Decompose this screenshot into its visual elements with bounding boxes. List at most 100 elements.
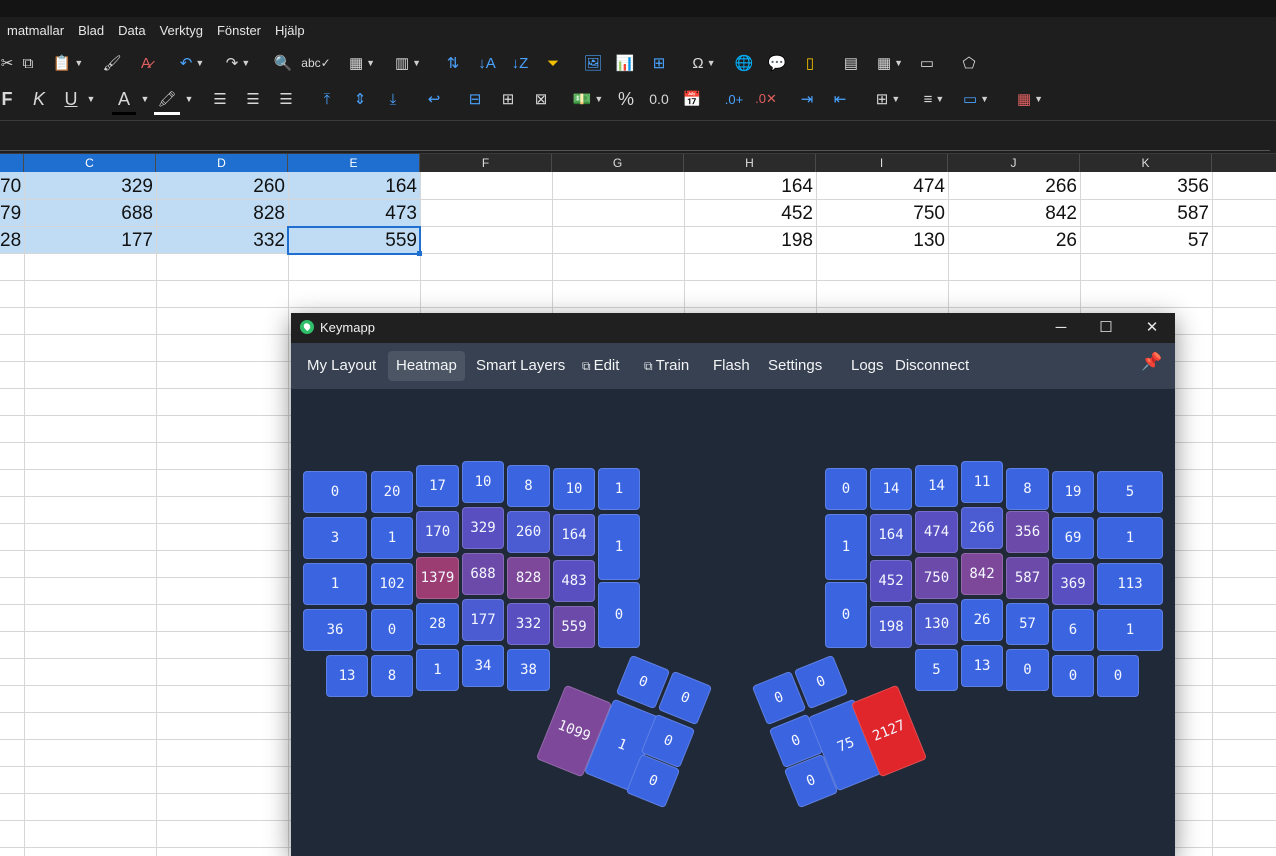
- key-right-r2-c0[interactable]: 0: [825, 582, 867, 648]
- sort-ascending-icon[interactable]: ↓A: [474, 50, 500, 76]
- key-right-r2-c4[interactable]: 587: [1006, 557, 1049, 599]
- key-right-r4-c4[interactable]: 0: [1006, 649, 1049, 691]
- tab-settings[interactable]: Settings: [760, 351, 830, 381]
- sort-icon[interactable]: ⇅: [440, 50, 466, 76]
- cell-b3[interactable]: 28: [0, 227, 24, 254]
- align-bottom-icon[interactable]: ⤓: [381, 86, 405, 112]
- key-right-r0-c4[interactable]: 8: [1006, 468, 1049, 510]
- define-print-area-icon[interactable]: ▤: [838, 50, 864, 76]
- column-header-i[interactable]: I: [816, 154, 948, 172]
- column-header-f[interactable]: F: [420, 154, 552, 172]
- menu-data[interactable]: Data: [111, 18, 152, 40]
- menu-templates[interactable]: matmallar: [0, 18, 71, 40]
- cut-icon[interactable]: ✂: [0, 50, 14, 76]
- cell-i3[interactable]: 130: [816, 227, 948, 254]
- key-right-r1-c3[interactable]: 266: [961, 507, 1003, 549]
- key-left-r0-c0[interactable]: 0: [303, 471, 367, 513]
- key-left-r4-c3[interactable]: 34: [462, 645, 504, 687]
- key-left-r1-c3[interactable]: 329: [462, 507, 504, 549]
- bold-button[interactable]: F: [0, 86, 14, 112]
- decrease-indent-icon[interactable]: ⇤: [828, 86, 852, 112]
- tab-my-layout[interactable]: My Layout: [299, 351, 384, 381]
- insert-image-icon[interactable]: 🖼: [580, 50, 606, 76]
- percent-format-button[interactable]: %: [614, 86, 638, 112]
- key-right-r0-c5[interactable]: 19: [1052, 471, 1094, 513]
- key-left-r1-c4[interactable]: 260: [507, 511, 550, 553]
- cell-k1[interactable]: 356: [1080, 173, 1212, 200]
- key-right-r1-c2[interactable]: 474: [915, 511, 958, 553]
- menu-help[interactable]: Hjälp: [268, 18, 312, 40]
- font-color-button[interactable]: A: [112, 86, 136, 115]
- tab-heatmap[interactable]: Heatmap: [388, 351, 465, 381]
- borders-icon[interactable]: ⊞ ▼: [866, 86, 910, 112]
- cell-b1[interactable]: 70: [0, 173, 24, 200]
- undo-icon[interactable]: ↶ ▼: [172, 50, 212, 76]
- insert-chart-icon[interactable]: 📊: [612, 50, 638, 76]
- column-icon[interactable]: ▥ ▼: [388, 50, 428, 76]
- key-left-r3-c0[interactable]: 36: [303, 609, 367, 651]
- column-header-g[interactable]: G: [552, 154, 684, 172]
- cell-e1[interactable]: 164: [288, 173, 420, 200]
- key-left-r1-c6[interactable]: 1: [598, 514, 640, 580]
- font-color-dropdown-icon[interactable]: ▼: [138, 86, 152, 112]
- key-left-r3-c2[interactable]: 28: [416, 603, 459, 645]
- cell-c1[interactable]: 329: [24, 173, 156, 200]
- key-right-r3-c1[interactable]: 198: [870, 606, 912, 648]
- cell-k2[interactable]: 587: [1080, 200, 1212, 227]
- cell-i1[interactable]: 474: [816, 173, 948, 200]
- column-header-d[interactable]: D: [156, 154, 288, 172]
- cell-j2[interactable]: 842: [948, 200, 1080, 227]
- highlight-color-icon[interactable]: 🖍: [154, 86, 180, 115]
- tab-train[interactable]: ⧉ Train: [636, 351, 697, 381]
- currency-format-icon[interactable]: 💵 ▼: [566, 86, 610, 112]
- key-left-r0-c4[interactable]: 8: [507, 465, 550, 507]
- delete-decimal-icon[interactable]: .0✕: [752, 86, 780, 112]
- key-right-r4-c5[interactable]: 0: [1052, 655, 1094, 697]
- clone-formatting-icon[interactable]: 🖌: [100, 50, 124, 76]
- key-left-r0-c1[interactable]: 20: [371, 471, 413, 513]
- redo-icon[interactable]: ↷ ▼: [218, 50, 258, 76]
- key-right-r2-c5[interactable]: 369: [1052, 563, 1094, 605]
- cell-h2[interactable]: 452: [684, 200, 816, 227]
- key-left-r0-c5[interactable]: 10: [553, 468, 595, 510]
- key-right-r0-c0[interactable]: 0: [825, 468, 867, 510]
- key-right-r1-c0[interactable]: 1: [825, 514, 867, 580]
- key-left-r1-c0[interactable]: 3: [303, 517, 367, 559]
- menu-sheet[interactable]: Blad: [71, 18, 111, 40]
- key-right-r0-c2[interactable]: 14: [915, 465, 958, 507]
- key-left-r4-c0[interactable]: 13: [326, 655, 368, 697]
- key-left-r2-c1[interactable]: 102: [371, 563, 413, 605]
- keymapp-titlebar[interactable]: Keymapp ─ ☐ ✕: [291, 313, 1175, 343]
- key-left-r2-c5[interactable]: 483: [553, 560, 595, 602]
- highlight-dropdown-icon[interactable]: ▼: [182, 86, 196, 112]
- align-top-icon[interactable]: ⤒: [315, 86, 339, 112]
- wrap-text-icon[interactable]: ↩: [422, 86, 446, 112]
- pivot-table-icon[interactable]: ⊞: [646, 50, 672, 76]
- key-right-r0-c1[interactable]: 14: [870, 468, 912, 510]
- merge-cells-icon[interactable]: ⊞: [496, 86, 520, 112]
- key-right-r2-c3[interactable]: 842: [961, 553, 1003, 595]
- pin-icon[interactable]: 📌: [1141, 352, 1163, 374]
- sort-descending-icon[interactable]: ↓Z: [507, 50, 533, 76]
- key-left-r0-c3[interactable]: 10: [462, 461, 504, 503]
- key-left-r3-c5[interactable]: 559: [553, 606, 595, 648]
- formula-bar[interactable]: [0, 120, 1276, 154]
- split-window-icon[interactable]: ▭: [914, 50, 940, 76]
- column-header-e[interactable]: E: [288, 154, 420, 172]
- key-right-r1-c6[interactable]: 1: [1097, 517, 1163, 559]
- italic-button[interactable]: K: [28, 86, 50, 112]
- key-right-r1-c4[interactable]: 356: [1006, 511, 1049, 553]
- copy-icon[interactable]: ⧉: [16, 50, 40, 76]
- column-header-l[interactable]: [1212, 154, 1276, 172]
- underline-dropdown-icon[interactable]: ▼: [84, 86, 98, 112]
- center-vertically-icon[interactable]: ⇕: [348, 86, 372, 112]
- column-header-c[interactable]: C: [24, 154, 156, 172]
- cell-c3[interactable]: 177: [24, 227, 156, 254]
- cell-e2[interactable]: 473: [288, 200, 420, 227]
- row-icon[interactable]: ▦ ▼: [342, 50, 382, 76]
- cell-d1[interactable]: 260: [156, 173, 288, 200]
- clear-formatting-icon[interactable]: A̷: [134, 50, 158, 76]
- conditional-format-icon[interactable]: ▦ ▼: [1008, 86, 1052, 112]
- freeze-rows-icon[interactable]: ▦ ▼: [870, 50, 910, 76]
- cell-k3[interactable]: 57: [1080, 227, 1212, 254]
